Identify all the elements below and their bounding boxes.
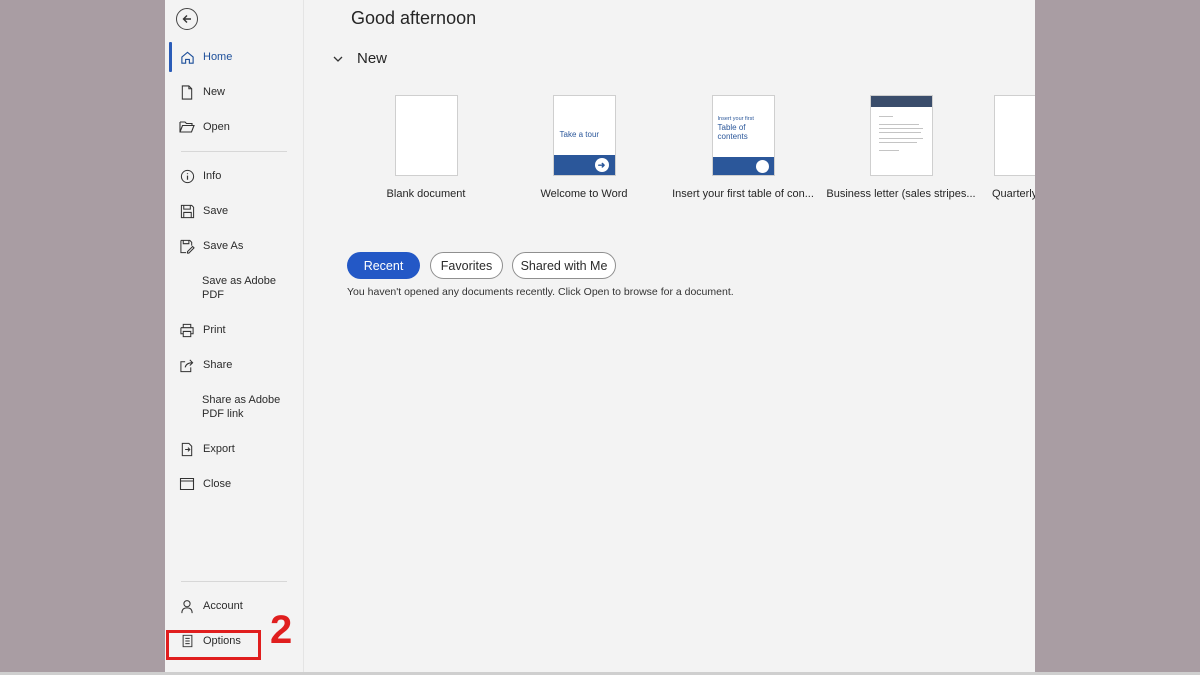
new-section-header[interactable]: New — [331, 50, 387, 67]
thumbnail-title: Table of contents — [717, 123, 748, 141]
letter-line — [878, 142, 917, 143]
word-backstage-window: Home New Open Info Save Save As Save as … — [165, 0, 1035, 672]
save-icon — [179, 203, 195, 219]
template-name: Blank document — [386, 188, 466, 200]
greeting-heading: Good afternoon — [351, 8, 477, 28]
close-folder-icon — [179, 476, 195, 492]
backstage-main: Good afternoon New Blank document Take a… — [305, 0, 1035, 672]
folder-open-icon — [179, 119, 195, 135]
new-section-title: New — [357, 50, 388, 67]
template-business-letter[interactable]: Business letter (sales stripes... — [826, 95, 976, 200]
sidebar-item-label: Save As — [203, 240, 244, 252]
sidebar-item-label: Info — [203, 170, 222, 182]
toc-badge-icon — [755, 160, 769, 173]
sidebar-item-open[interactable]: Open — [169, 112, 299, 142]
share-icon — [179, 357, 195, 373]
chevron-down-icon — [333, 56, 343, 62]
letter-line — [878, 128, 923, 129]
options-highlight-box — [166, 630, 261, 660]
sidebar-divider — [181, 581, 287, 582]
sidebar-item-export[interactable]: Export — [169, 434, 299, 464]
sidebar-item-label: New — [203, 86, 226, 98]
sidebar-item-label: Save — [203, 205, 229, 217]
sidebar-item-label: Home — [203, 51, 233, 63]
recent-empty-message: You haven't opened any documents recentl… — [347, 286, 734, 298]
template-thumbnail: Insert your first Table of contents — [711, 95, 775, 176]
sidebar-item-label: Export — [203, 443, 235, 455]
tab-shared-with-me[interactable]: Shared with Me — [512, 252, 616, 279]
template-thumbnail — [869, 95, 933, 176]
sidebar-item-share[interactable]: Share — [169, 350, 299, 380]
sidebar-item-new[interactable]: New — [169, 77, 299, 107]
tab-favorites[interactable]: Favorites — [430, 252, 503, 279]
letter-line — [878, 132, 921, 133]
sidebar-item-label: Share as Adobe PDF link — [202, 394, 281, 420]
template-name: Welcome to Word — [540, 188, 628, 200]
sidebar-item-label: Save as Adobe PDF — [202, 275, 277, 301]
sidebar-item-label: Close — [203, 478, 232, 490]
template-thumbnail — [994, 95, 1035, 176]
template-thumbnail — [394, 95, 458, 176]
sidebar-item-save[interactable]: Save — [169, 196, 299, 226]
sidebar-item-print[interactable]: Print — [169, 315, 299, 345]
save-as-icon — [179, 238, 195, 254]
template-thumbnail: Take a tour ➜ — [552, 95, 616, 176]
sidebar-item-label: Account — [203, 600, 243, 612]
thumbnail-band — [870, 96, 932, 107]
template-blank-document[interactable]: Blank document — [351, 95, 501, 200]
sidebar-item-close[interactable]: Close — [169, 469, 299, 499]
person-icon — [179, 598, 195, 614]
arrow-right-icon: ➜ — [594, 158, 609, 172]
letter-line — [878, 138, 923, 139]
sidebar-item-home[interactable]: Home — [169, 42, 299, 72]
sidebar-item-save-as[interactable]: Save As — [169, 231, 299, 261]
letter-line — [878, 150, 899, 151]
backstage-sidebar: Home New Open Info Save Save As Save as … — [165, 0, 304, 672]
sidebar-item-label: Share — [203, 359, 233, 371]
template-name: Quarterly — [992, 188, 1035, 200]
template-welcome-to-word[interactable]: Take a tour ➜ Welcome to Word — [509, 95, 659, 200]
sidebar-item-save-as-adobe-pdf[interactable]: Save as Adobe PDF — [169, 273, 299, 303]
sidebar-divider — [181, 151, 287, 152]
new-doc-icon — [179, 84, 195, 100]
sidebar-item-info[interactable]: Info — [169, 161, 299, 191]
print-icon — [179, 322, 195, 338]
step-number-annotation: 2 — [270, 608, 293, 652]
back-arrow-icon — [182, 15, 191, 23]
template-quarterly[interactable]: Quarterly — [985, 95, 1035, 200]
template-table-of-contents[interactable]: Insert your first Table of contents Inse… — [668, 95, 818, 200]
sidebar-item-label: Open — [203, 121, 230, 133]
sidebar-item-share-adobe-pdf-link[interactable]: Share as Adobe PDF link — [169, 392, 299, 422]
export-icon — [179, 441, 195, 457]
letter-line — [878, 124, 919, 125]
home-icon — [179, 49, 195, 65]
letter-line — [878, 116, 893, 117]
info-icon — [179, 168, 195, 184]
sidebar-item-label: Print — [203, 324, 226, 336]
back-button[interactable] — [176, 8, 198, 30]
tab-recent[interactable]: Recent — [347, 252, 420, 279]
thumbnail-text: Insert your first — [717, 116, 754, 122]
thumbnail-text: Take a tour — [559, 130, 600, 139]
template-name: Business letter (sales stripes... — [826, 188, 976, 200]
template-name: Insert your first table of con... — [672, 188, 814, 200]
